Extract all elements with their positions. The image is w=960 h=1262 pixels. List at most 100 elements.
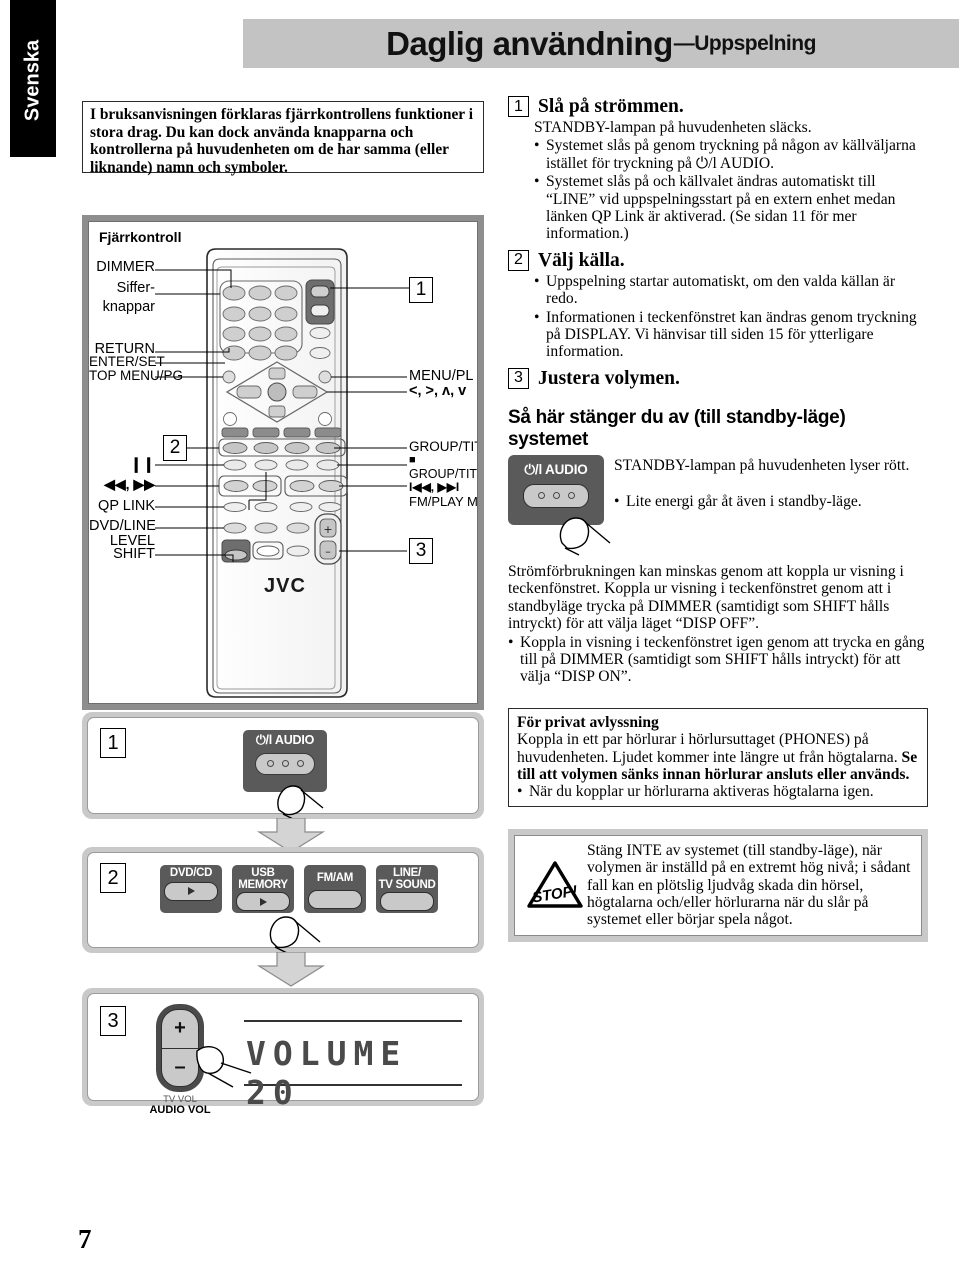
display-panel: VOLUME 20 — [238, 1006, 466, 1112]
volume-label-audio: AUDIO VOL — [149, 1104, 211, 1116]
label-dvd-line: DVD/LINE — [89, 518, 156, 534]
dimmer-note-bullet-text: Koppla in visning i teckenfönstret igen … — [520, 633, 925, 686]
label-menu-pl: MENU/PL — [409, 368, 474, 384]
label-enter-set: ENTER/SET — [89, 354, 165, 369]
svg-text:–: – — [325, 545, 331, 558]
label-cursor-symbols: <, >, ʌ, v — [409, 383, 467, 399]
step-3: 3 Justera volymen. — [508, 367, 928, 389]
source-button-usb-label-line2: MEMORY — [238, 878, 288, 891]
power-button-small-pad[interactable] — [523, 483, 589, 508]
instructions-column: 1 Slå på strömmen. STANDBY-lampan på huv… — [508, 96, 928, 942]
standby-section-body: ⏻/l AUDIO STANDBY-lampan på huvudenheten… — [508, 454, 928, 556]
step-3-heading: Justera volymen. — [538, 367, 680, 389]
standby-bullet-text: Lite energi går åt även i standby-läge. — [626, 492, 862, 510]
step-2: 2 Välj källa. — [508, 249, 928, 271]
step-1-bullet-1-text: Systemet slås på genom tryckning på någo… — [546, 137, 916, 172]
step-2-heading: Välj källa. — [538, 249, 625, 271]
source-button-usb-label-line1: USB — [251, 867, 275, 879]
label-fm-play-mode: FM/PLAY MODE — [409, 494, 478, 509]
label-qp-link: QP LINK — [98, 498, 155, 514]
label-pause-symbol: ❙❙ — [129, 456, 155, 473]
dimmer-note-bullet: • Koppla in visning i teckenfönstret ige… — [508, 634, 928, 686]
source-button-line-label-line2: TV SOUND — [378, 878, 436, 891]
step-1-number: 1 — [508, 96, 529, 117]
step-2-bullet-1: • Uppspelning startar automatiskt, om de… — [534, 273, 928, 308]
pointing-finger-icon — [559, 517, 611, 556]
source-button-line-tv-sound[interactable]: LINE/ TV SOUND — [376, 865, 438, 913]
source-button-line-label-line1: LINE/ — [393, 867, 421, 879]
private-box-bullet: • När du kopplar ur hörlurarna aktiveras… — [517, 783, 919, 800]
step-3-number: 3 — [508, 367, 529, 389]
pointing-finger-icon — [269, 916, 321, 955]
stop-warning-icon: STOP! — [527, 861, 583, 908]
private-box-heading: För privat avlyssning — [517, 713, 659, 731]
power-button-small-label: ⏻/l AUDIO — [524, 461, 588, 477]
intro-note-text: I bruksanvisningen förklaras fjärrkontro… — [90, 106, 473, 176]
step-1-bullet-1: • Systemet slås på genom tryckning på nå… — [534, 137, 928, 172]
label-shift: SHIFT — [113, 546, 155, 562]
label-dimmer: DIMMER — [96, 259, 155, 275]
dimmer-note-paragraph: Strömförbrukningen kan minskas genom att… — [508, 562, 904, 633]
standby-lead: STANDBY-lampan på huvudenheten lyser röt… — [614, 456, 910, 474]
label-number-keys-line1: Siffer- — [116, 280, 155, 296]
standby-bullet: • Lite energi går åt även i standby-läge… — [614, 493, 928, 510]
label-group-title: GROUP/TITLE — [409, 439, 477, 454]
power-button-pad[interactable] — [255, 752, 315, 775]
callout-3: 3 — [409, 538, 433, 564]
pointing-finger-icon — [277, 785, 324, 821]
indicator-dot — [266, 760, 274, 767]
flow-panel-step3: 3 + – TV VOL AUDIO VOL VOLUME 20 — [82, 988, 484, 1116]
svg-text:+: + — [323, 523, 332, 536]
remote-illustration-panel: Fjärrkontroll + – JVC DIMMER Siffer- kna… — [82, 215, 484, 710]
stop-icon-wrapper: STOP! — [523, 842, 587, 929]
bullet-icon: • — [508, 633, 514, 651]
warning-box: STOP! Stäng INTE av systemet (till stand… — [508, 828, 928, 942]
bullet-icon: • — [534, 137, 540, 155]
flow-step-2-marker: 2 — [100, 863, 126, 893]
step-1-lead: STANDBY-lampan på huvudenheten släcks. — [534, 119, 812, 136]
bullet-icon: • — [614, 492, 620, 510]
page-title-main: Daglig användning — [386, 24, 673, 62]
step-2-bullet-1-text: Uppspelning startar automatiskt, om den … — [546, 272, 896, 308]
callout-2: 2 — [163, 435, 187, 461]
private-box-bullet-text: När du kopplar ur hörlurarna aktiveras h… — [529, 783, 874, 801]
bullet-icon: • — [534, 173, 540, 191]
source-button-dvd-cd-label: DVD/CD — [169, 867, 213, 879]
label-number-keys-line2: knappar — [102, 299, 155, 315]
source-button-dvd-cd[interactable]: DVD/CD — [160, 865, 222, 913]
language-tab-label: Svenska — [21, 39, 44, 122]
play-icon — [187, 887, 195, 895]
source-button-dvd-cd-pill[interactable] — [164, 881, 218, 901]
intro-note-box: I bruksanvisningen förklaras fjärrkontro… — [82, 101, 484, 176]
private-listening-box: För privat avlyssning Koppla in ett par … — [508, 707, 928, 807]
indicator-dot — [552, 492, 560, 500]
flow-arrow-down — [256, 952, 326, 987]
bullet-icon: • — [534, 308, 540, 326]
page-title: Daglig användning —Uppspelning — [243, 19, 959, 68]
private-box-body-normal: Koppla in ett par hörlurar i hörlursutta… — [517, 731, 902, 766]
step-1-bullet-2: • Systemet slås på och källvalet ändras … — [534, 173, 928, 243]
flow-panel-step2: 2 DVD/CD USB MEMORY FM/AM LINE/ TV SOUND — [82, 847, 484, 955]
step-2-bullet-2-text: Informationen i teckenfönstret kan ändra… — [546, 308, 917, 361]
step-2-bullet-2: • Informationen i teckenfönstret kan änd… — [534, 309, 928, 361]
play-icon — [259, 897, 267, 906]
flow-step-1-marker: 1 — [100, 728, 126, 758]
step-1-heading: Slå på strömmen. — [538, 96, 684, 117]
callout-1: 1 — [409, 277, 433, 303]
label-skip-symbols-right: I◀◀, ▶▶I — [409, 480, 460, 494]
label-stop-symbol: ■ — [409, 454, 416, 466]
page-title-sub: —Uppspelning — [673, 31, 817, 55]
indicator-dot — [537, 492, 545, 500]
power-button-label: ⏻/l AUDIO — [255, 733, 315, 747]
step-1-bullet-2-text: Systemet slås på och källvalet ändras au… — [546, 173, 896, 243]
bullet-icon: • — [534, 272, 540, 290]
svg-text:JVC: JVC — [264, 575, 306, 597]
source-button-fm-am-label: FM/AM — [316, 872, 354, 884]
source-button-line-pill[interactable] — [380, 892, 434, 911]
language-tab: Svenska — [10, 0, 56, 157]
label-group-title-skip: GROUP/TITLE SKIP — [409, 467, 478, 481]
warning-text: Stäng INTE av systemet (till standby-läg… — [587, 841, 911, 929]
private-box-body: Koppla in ett par hörlurar i hörlursutta… — [517, 731, 919, 783]
indicator-dot — [567, 492, 575, 500]
flow-step-3-marker: 3 — [100, 1006, 126, 1036]
